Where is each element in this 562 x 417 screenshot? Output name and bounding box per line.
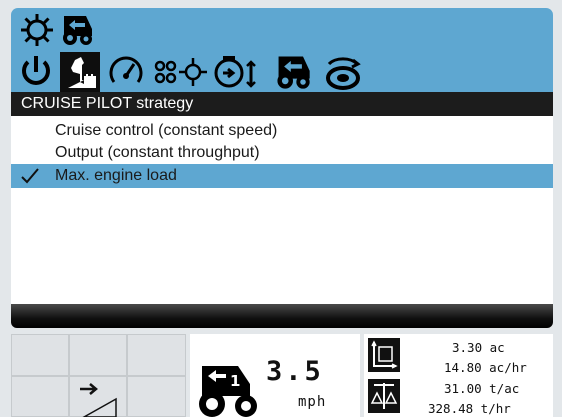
title-bar: [11, 8, 553, 51]
gear-icon: [21, 14, 53, 46]
tab-reverse-drive[interactable]: [273, 52, 313, 92]
option-output[interactable]: Output (constant throughput): [11, 141, 553, 165]
softkey-6[interactable]: [127, 376, 186, 417]
performance-panel: 3.30 ac 14.80 ac/hr 31.00 t/ac 328.48 t/…: [364, 334, 553, 417]
area-rate-value: 14.80 ac/hr: [444, 360, 527, 375]
option-label: Max. engine load: [55, 167, 177, 184]
weight-scale-icon: [368, 379, 400, 413]
strategy-option-list: Cruise control (constant speed) Output (…: [11, 116, 553, 304]
tab-rotor[interactable]: [321, 52, 365, 92]
engine-limit-icon: [214, 56, 256, 88]
speed-value: 3.5: [266, 356, 324, 387]
speed-unit: mph: [298, 394, 327, 410]
rotor-icon: [326, 57, 361, 90]
scroll-bar: [11, 304, 553, 328]
option-max-engine-load[interactable]: Max. engine load: [11, 164, 553, 188]
power-icon: [22, 56, 50, 85]
tractor-reverse-icon: [277, 56, 310, 89]
tab-threshing[interactable]: [151, 52, 209, 92]
softkey-3[interactable]: [127, 334, 186, 376]
option-cruise-control[interactable]: Cruise control (constant speed): [11, 119, 553, 143]
tab-engine-limit[interactable]: [211, 52, 265, 92]
tab-speed[interactable]: [106, 52, 146, 92]
area-value: 3.30 ac: [452, 340, 505, 355]
menu-header: CRUISE PILOT strategy: [11, 92, 553, 116]
threshing-icon: [154, 58, 207, 86]
chess-knight-icon: [68, 57, 96, 88]
softkey-1[interactable]: [11, 334, 69, 376]
tractor-reverse-icon: [63, 16, 92, 45]
speedometer-icon: [109, 56, 143, 83]
yield-per-area-value: 31.00 t/ac: [444, 381, 520, 396]
area-counter-icon: [368, 338, 400, 372]
tab-bar: [11, 51, 553, 92]
svg-text:1: 1: [230, 372, 240, 390]
tab-strategy[interactable]: [60, 52, 100, 92]
option-label: Output (constant throughput): [55, 144, 260, 161]
softkey-5[interactable]: [69, 376, 127, 417]
throughput-value: 328.48 t/hr: [428, 401, 511, 416]
tractor-gear-1-icon: 1: [199, 366, 257, 417]
softkey-4[interactable]: [11, 376, 69, 417]
speed-display: 1 3.5 mph: [190, 334, 360, 417]
checkmark-icon: [21, 168, 39, 184]
tab-power[interactable]: [16, 52, 56, 92]
option-label: Cruise control (constant speed): [55, 122, 278, 139]
softkey-panel: [11, 334, 186, 417]
softkey-2[interactable]: [69, 334, 127, 376]
ramp-shift-icon: [80, 383, 117, 417]
